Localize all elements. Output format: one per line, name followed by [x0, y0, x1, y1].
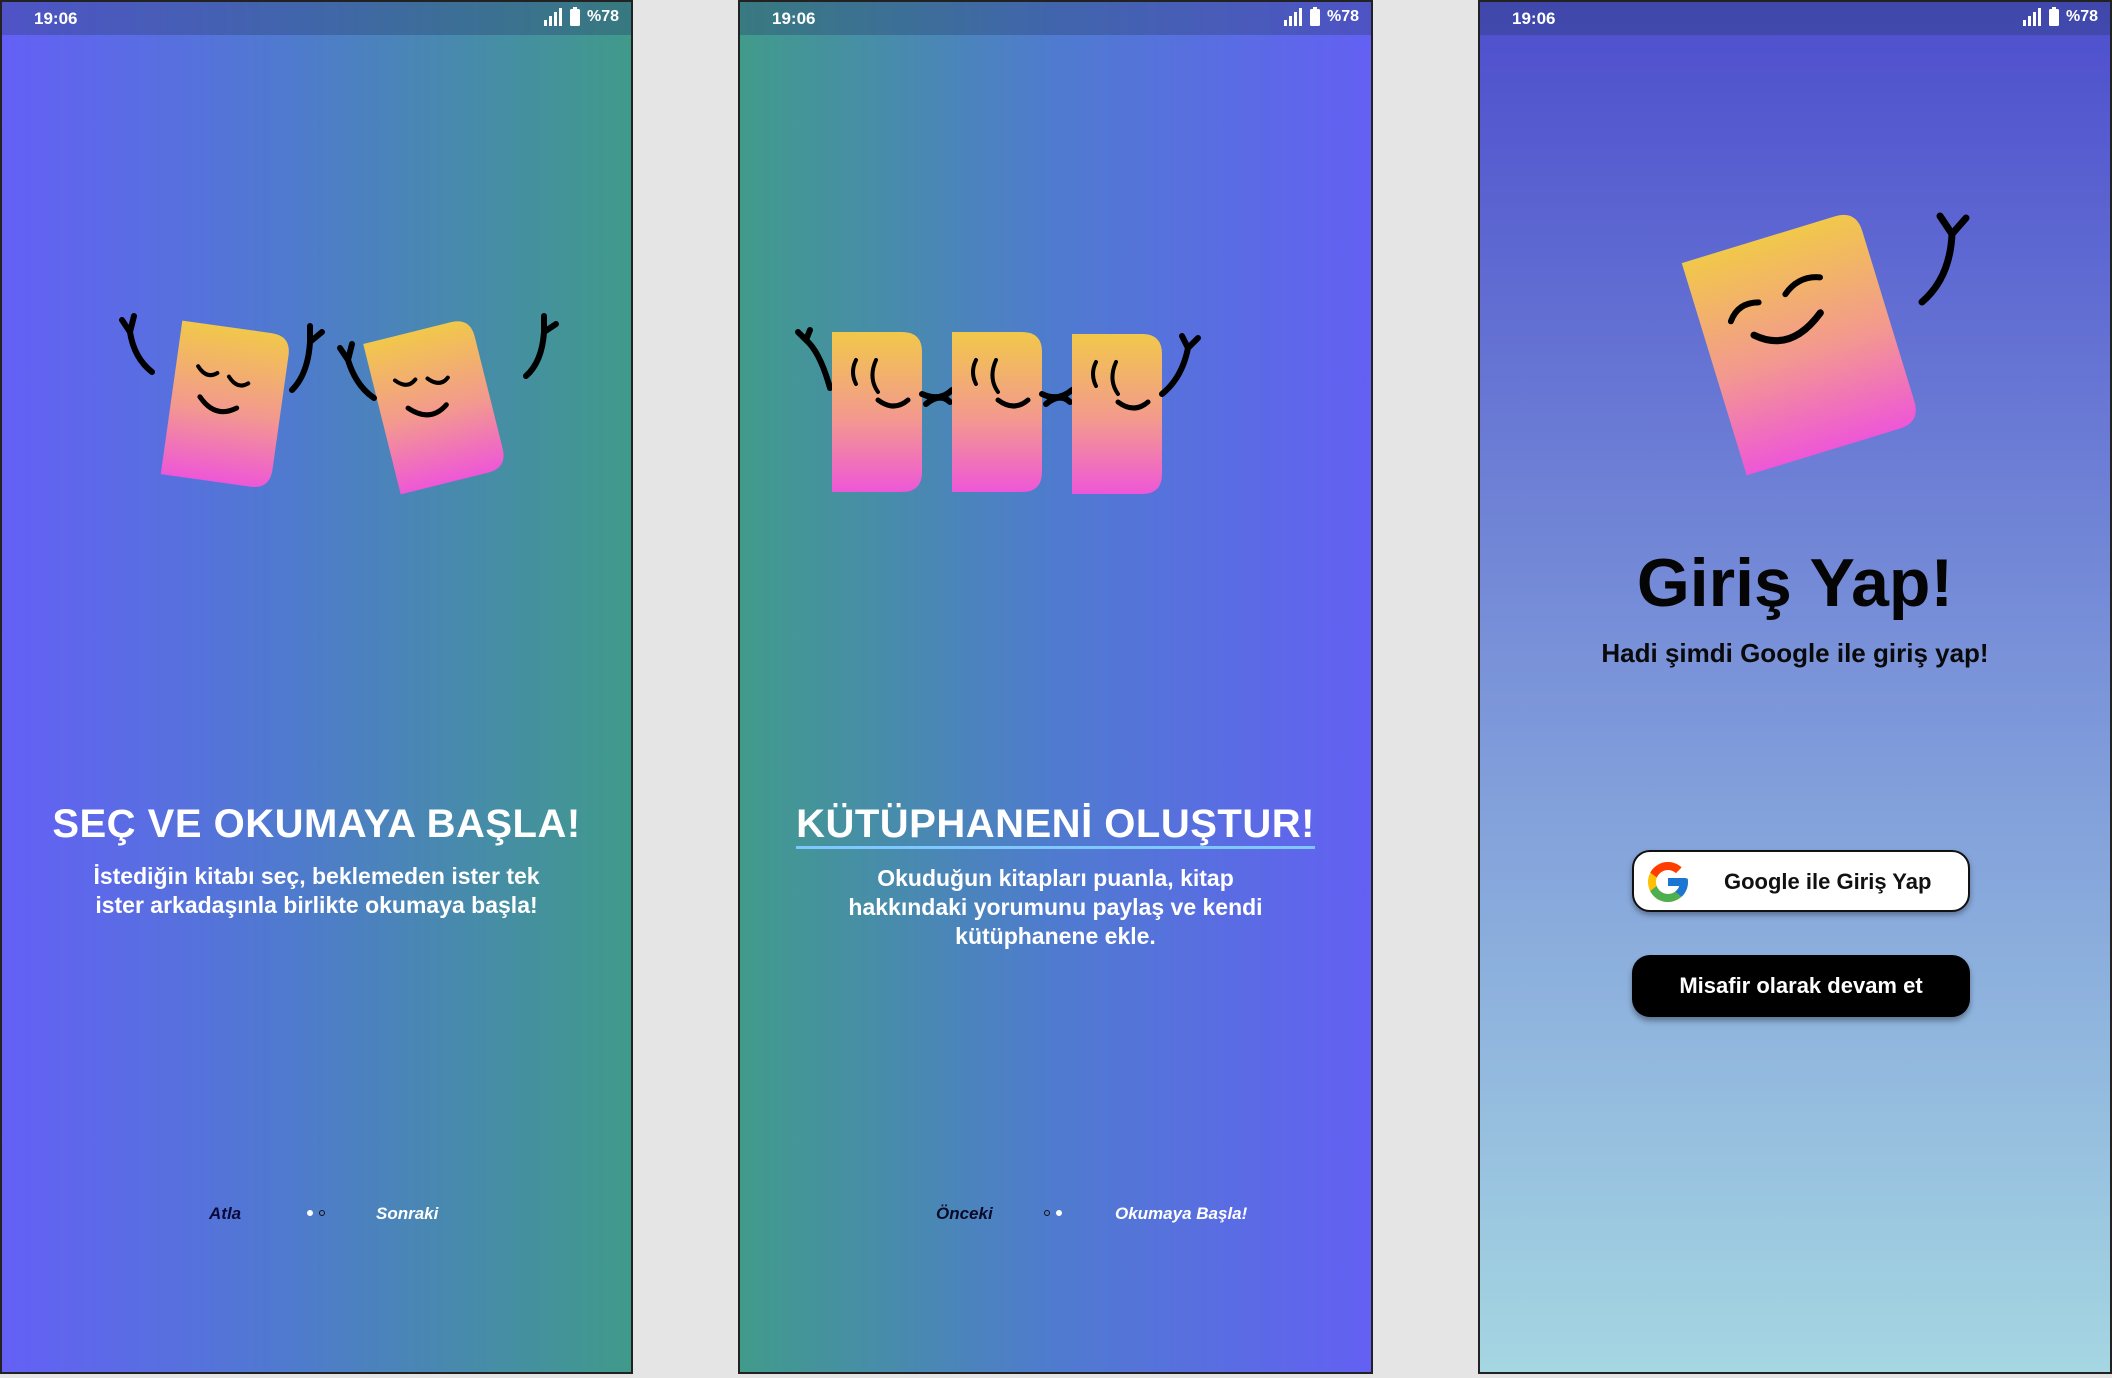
books-illustration — [795, 327, 1201, 494]
book-mascot — [1681, 212, 1970, 476]
onboarding-screen-2: 19:06 %78 KÜTÜPHANENİ OLUŞTUR! Okuduğun … — [738, 0, 1373, 1374]
page-indicator — [1044, 1210, 1062, 1216]
google-login-button[interactable]: Google ile Giriş Yap — [1632, 850, 1970, 912]
page-indicator — [307, 1210, 325, 1216]
onboarding-title: KÜTÜPHANENİ OLUŞTUR! — [740, 802, 1371, 847]
login-title: Giriş Yap! — [1636, 545, 1954, 621]
battery-icon — [2048, 7, 2059, 26]
battery-level: %78 — [2065, 8, 2098, 25]
battery-icon — [1309, 7, 1320, 26]
status-bar: 19:06 %78 — [1480, 2, 2110, 35]
page-dot — [319, 1210, 325, 1216]
status-bar: 19:06 %78 — [740, 2, 1371, 35]
book-character-icon — [160, 320, 289, 487]
status-time: 19:06 — [1512, 9, 1556, 28]
book-character-icon — [363, 321, 504, 495]
guest-continue-button[interactable]: Misafir olarak devam et — [1632, 955, 1970, 1017]
next-button[interactable]: Sonraki — [376, 1204, 438, 1224]
book-character-icon — [952, 332, 1042, 492]
onboarding-title-text: KÜTÜPHANENİ OLUŞTUR! — [796, 802, 1315, 846]
battery-level: %78 — [1326, 8, 1359, 25]
onboarding-description: Okuduğun kitapları puanla, kitap hakkınd… — [848, 865, 1263, 949]
signal-icon — [543, 8, 562, 26]
onboarding-description: İstediğin kitabı seç, beklemeden ister t… — [93, 863, 540, 918]
login-screen: 19:06 %78 Giriş Yap! Hadi şimdi Google i… — [1478, 0, 2112, 1374]
status-bar: 19:06 %78 — [2, 2, 631, 35]
book-character-icon — [832, 332, 922, 492]
page-dot-active — [1056, 1210, 1062, 1216]
book-character-icon — [1072, 334, 1162, 494]
google-icon — [1648, 862, 1688, 902]
battery-icon — [569, 7, 580, 26]
signal-icon — [2022, 8, 2041, 26]
login-subtitle: Hadi şimdi Google ile giriş yap! — [1601, 638, 1989, 668]
status-time: 19:06 — [772, 9, 816, 28]
page-dot-active — [307, 1210, 313, 1216]
book-character-icon — [1681, 214, 1916, 476]
onboarding-title: SEÇ VE OKUMAYA BAŞLA! — [52, 802, 581, 846]
previous-button[interactable]: Önceki — [936, 1204, 993, 1224]
page-dot — [1044, 1210, 1050, 1216]
books-illustration — [119, 313, 559, 495]
status-time: 19:06 — [34, 9, 78, 28]
start-reading-button[interactable]: Okumaya Başla! — [1115, 1204, 1247, 1224]
battery-level: %78 — [586, 8, 619, 25]
google-login-label: Google ile Giriş Yap — [1724, 869, 1932, 894]
onboarding-screen-1: 19:06 %78 SEÇ VE OKUMAYA BAŞLA! İstediği… — [0, 0, 633, 1374]
skip-button[interactable]: Atla — [209, 1204, 241, 1224]
signal-icon — [1283, 8, 1302, 26]
